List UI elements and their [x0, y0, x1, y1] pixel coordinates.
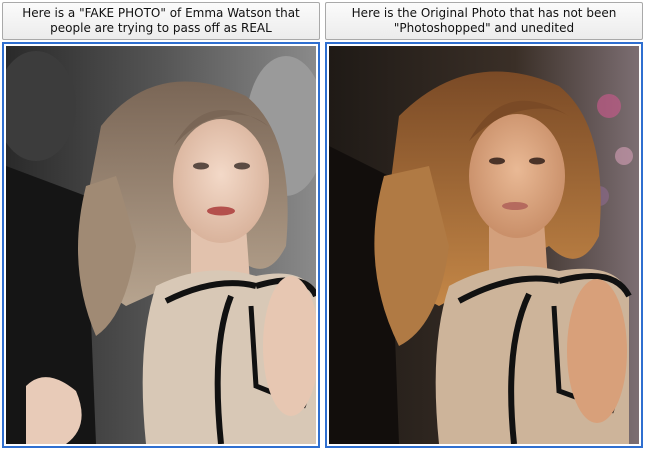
- original-photo-frame: [325, 42, 643, 448]
- fake-photo-frame: [2, 42, 320, 448]
- original-photo-image: [329, 46, 639, 444]
- original-photo-caption: Here is the Original Photo that has not …: [325, 2, 643, 40]
- comparison-page: Here is a "FAKE PHOTO" of Emma Watson th…: [0, 0, 646, 450]
- fake-caption-line-1: Here is a "FAKE PHOTO" of Emma Watson th…: [22, 6, 300, 20]
- fake-photo-image: [6, 46, 316, 444]
- fake-photo-panel: Here is a "FAKE PHOTO" of Emma Watson th…: [2, 2, 320, 448]
- original-caption-line-1: Here is the Original Photo that has not …: [351, 6, 617, 20]
- original-photo-panel: Here is the Original Photo that has not …: [325, 2, 643, 448]
- fake-photo-caption: Here is a "FAKE PHOTO" of Emma Watson th…: [2, 2, 320, 40]
- fake-caption-line-2: people are trying to pass off as REAL: [50, 21, 272, 35]
- original-caption-line-2: "Photoshopped" and unedited: [393, 21, 575, 35]
